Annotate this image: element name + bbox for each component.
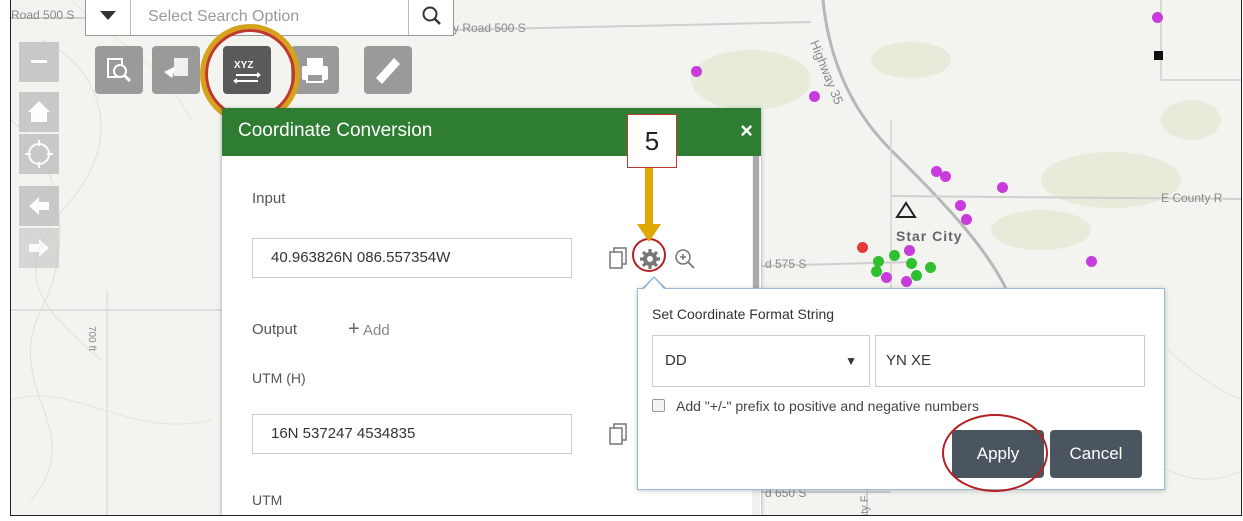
output-format-label: UTM [252,492,283,508]
highlight-circle [205,29,295,119]
close-button[interactable]: × [740,118,753,144]
zoom-to-icon[interactable] [674,248,696,270]
add-output-button[interactable]: + Add [348,318,390,341]
map-point[interactable] [955,200,966,211]
panel-header: Coordinate Conversion × [222,108,761,156]
map-point[interactable] [1086,256,1097,267]
next-extent-button[interactable] [19,228,59,268]
map-point[interactable] [809,91,820,102]
zoom-search-icon [107,58,132,83]
chevron-down-icon [100,11,116,20]
highlight-circle [942,414,1048,492]
square-marker-icon [1154,51,1163,60]
format-type-select[interactable]: DD ▼ [652,335,870,387]
panel-title: Coordinate Conversion [238,120,433,141]
minus-icon [31,60,47,63]
map-point[interactable] [1152,12,1163,23]
ruler-icon [376,58,400,84]
map-point[interactable] [857,242,868,253]
map-point[interactable] [901,276,912,287]
map-point[interactable] [961,214,972,225]
map-point[interactable] [871,266,882,277]
input-label: Input [252,190,286,207]
search-button[interactable] [408,0,453,35]
dropdown-arrow-icon: ▼ [845,354,857,368]
previous-extent-button[interactable] [19,186,59,226]
step-number-callout: 5 [627,114,677,168]
plus-icon: + [348,318,360,340]
add-output-label: Add [363,322,390,339]
map-point[interactable] [911,270,922,281]
map-label-road: y Road 500 S [453,21,526,35]
home-button[interactable] [19,92,59,132]
app-frame: Road 500 S y Road 500 S Highway 35 E Cou… [10,0,1242,516]
locate-icon [25,140,53,168]
select-icon [164,58,188,78]
map-point[interactable] [889,250,900,261]
output-label: Output [252,321,298,338]
map-label-road: nty F [859,495,871,516]
output-format-label: UTM (H) [252,370,306,386]
plus-minus-prefix-checkbox[interactable] [652,399,665,412]
map-point[interactable] [691,66,702,77]
format-type-value: DD [665,352,687,369]
map-point[interactable] [881,272,892,283]
arrow-right-icon [29,239,49,257]
popup-caret-inner [644,278,664,289]
map-point[interactable] [904,245,915,256]
checkbox-label: Add "+/-" prefix to positive and negativ… [676,398,979,414]
arrow-down-icon [637,224,661,242]
cancel-button[interactable]: Cancel [1050,430,1142,478]
copy-icon[interactable] [609,247,631,271]
map-point[interactable] [997,182,1008,193]
zoom-out-button[interactable] [19,42,59,82]
map-label-road: d 575 S [765,257,807,271]
map-label-county-road: E County R [1161,191,1223,205]
select-tool-button[interactable] [152,46,200,94]
map-point[interactable] [940,171,951,182]
map-label-road: Road 500 S [11,8,75,22]
output-coordinate-field[interactable]: 16N 537247 4534835 [252,414,572,454]
measure-tool-button[interactable] [364,46,412,94]
copy-icon[interactable] [609,423,631,447]
zoom-search-tool-button[interactable] [95,46,143,94]
map-point[interactable] [925,262,936,273]
map-label-elevation: 700 ft [86,326,97,352]
map-label-city: Star City [896,228,963,244]
locate-button[interactable] [19,134,59,174]
map-point[interactable] [906,258,917,269]
coordinate-format-popup: Set Coordinate Format String DD ▼ YN XE … [637,288,1165,490]
home-icon [28,101,50,122]
arrow-left-icon [29,197,49,215]
input-coordinate-field[interactable]: 40.963826N 086.557354W [252,238,572,278]
search-icon [422,6,441,25]
popup-title: Set Coordinate Format String [652,306,835,322]
format-string-input[interactable]: YN XE [875,335,1145,387]
arrow-shaft [645,168,653,228]
search-source-dropdown[interactable] [86,0,131,35]
